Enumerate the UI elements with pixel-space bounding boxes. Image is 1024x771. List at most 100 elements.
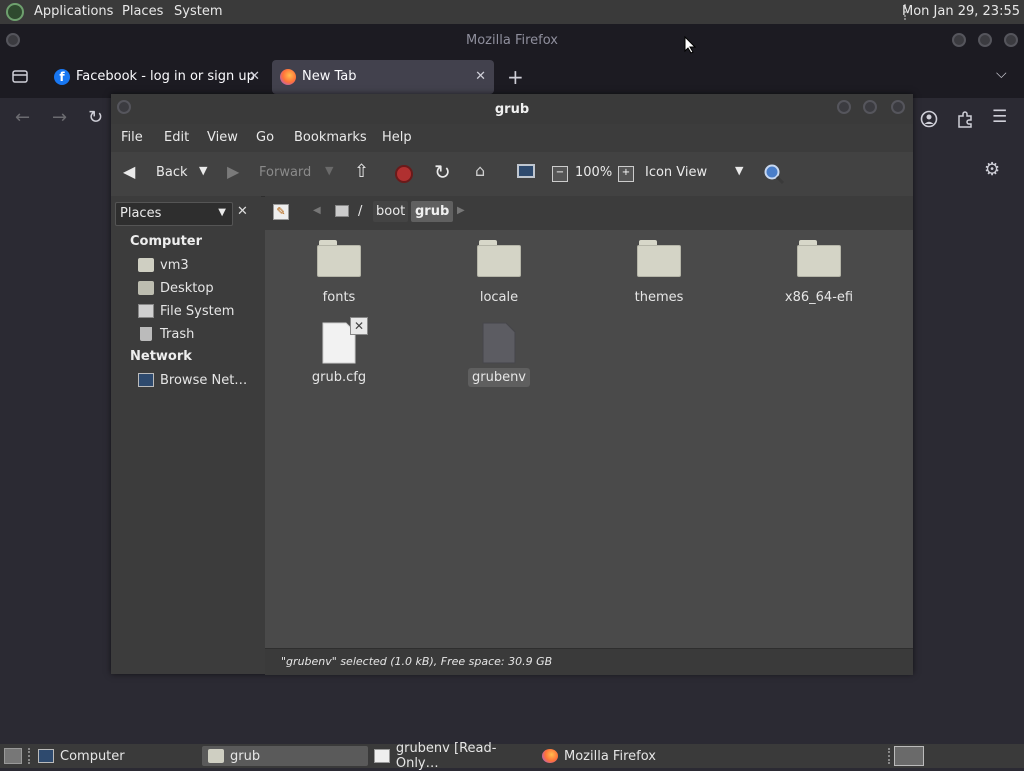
file-label: fonts (322, 290, 356, 305)
zoom-out-icon[interactable]: − (552, 166, 568, 182)
taskbar-item-firefox[interactable]: Mozilla Firefox (542, 746, 702, 766)
sidebar-item-browse-network[interactable]: Browse Net… (138, 370, 247, 390)
taskbar-label: Mozilla Firefox (564, 748, 656, 764)
hamburger-menu-icon[interactable]: ☰ (992, 107, 1007, 127)
tab-facebook[interactable]: f Facebook - log in or sign up ✕ (46, 60, 268, 94)
file-manager-titlebar[interactable]: grub (111, 94, 913, 124)
stop-icon[interactable] (395, 165, 413, 183)
sidebar-item-desktop[interactable]: Desktop (138, 278, 214, 298)
applications-menu[interactable]: Applications (34, 4, 113, 19)
firefox-titlebar: Mozilla Firefox (0, 24, 1024, 56)
facebook-icon: f (54, 69, 70, 85)
back-button[interactable]: Back (156, 165, 188, 180)
places-combo[interactable]: Places ▼ (115, 202, 233, 226)
menu-edit[interactable]: Edit (164, 130, 189, 145)
taskbar-item-grubenv[interactable]: grubenv [Read-Only… (374, 741, 538, 771)
file-item-grubenv[interactable]: grubenv (444, 322, 554, 387)
firefox-tabstrip: f Facebook - log in or sign up ✕ New Tab… (0, 56, 1024, 98)
settings-gear-icon[interactable]: ⚙ (984, 159, 1000, 180)
workspace-switcher[interactable] (894, 746, 924, 766)
tab-new-tab[interactable]: New Tab ✕ (272, 60, 494, 94)
sidebar-item-vm3[interactable]: vm3 (138, 255, 189, 275)
zoom-level: 100% (575, 165, 613, 180)
sidebar-header-computer: Computer (130, 234, 203, 249)
path-right-arrow-icon[interactable]: ▶ (457, 205, 465, 216)
close-sidebar-icon[interactable]: ✕ (237, 204, 248, 219)
view-mode-select[interactable]: Icon View (645, 165, 707, 180)
taskbar-item-grub[interactable]: grub (202, 746, 368, 766)
close-icon[interactable] (891, 100, 905, 114)
forward-arrow-icon[interactable]: ▶ (227, 162, 239, 181)
back-arrow-icon[interactable]: ◀ (123, 162, 135, 181)
sidebar-item-label: Browse Net… (160, 372, 248, 388)
menu-go[interactable]: Go (256, 130, 274, 145)
tab-overview-icon[interactable] (12, 69, 28, 83)
places-combo-label: Places (120, 206, 162, 221)
reload-icon[interactable]: ↻ (88, 107, 103, 128)
forward-arrow-icon[interactable]: → (52, 107, 67, 128)
extensions-icon[interactable] (956, 110, 974, 128)
minimize-icon[interactable] (952, 33, 966, 47)
new-tab-plus-icon[interactable]: + (507, 65, 524, 89)
folder-item-locale[interactable]: locale (444, 240, 554, 305)
folder-item-fonts[interactable]: fonts (284, 240, 394, 305)
back-history-dropdown-icon[interactable]: ▼ (199, 164, 207, 177)
home-icon[interactable]: ⌂ (475, 161, 485, 180)
up-arrow-icon[interactable]: ⇧ (354, 161, 369, 182)
text-editor-icon (374, 749, 390, 763)
path-segment-grub[interactable]: grub (411, 201, 454, 222)
menu-help[interactable]: Help (382, 130, 412, 145)
sidebar-item-label: File System (160, 303, 235, 319)
path-root-drive-icon[interactable] (335, 205, 349, 217)
show-desktop-icon[interactable] (4, 748, 22, 764)
menubar: File Edit View Go Bookmarks Help (111, 124, 913, 152)
list-all-tabs-chevron-icon[interactable]: ⌵ (996, 66, 1007, 82)
minimize-icon[interactable] (837, 100, 851, 114)
forward-history-dropdown-icon[interactable]: ▼ (325, 164, 333, 177)
maximize-icon[interactable] (863, 100, 877, 114)
folder-icon (797, 240, 841, 278)
chevron-down-icon: ▼ (218, 207, 226, 218)
file-label: grub.cfg (311, 370, 367, 385)
edit-location-icon[interactable]: ✎ (273, 204, 289, 220)
file-item-grub-cfg[interactable]: ✕ grub.cfg (284, 317, 394, 385)
path-segment-root[interactable]: / (358, 204, 362, 219)
path-segment-boot[interactable]: boot (373, 201, 409, 222)
reload-icon[interactable]: ↻ (434, 160, 451, 184)
clock[interactable]: Mon Jan 29, 23:55 (902, 4, 1020, 19)
system-menu[interactable]: System (174, 4, 222, 19)
taskbar-label: Computer (60, 748, 125, 764)
sidebar-item-file-system[interactable]: File System (138, 301, 234, 321)
text-file-icon: ✕ (322, 317, 368, 364)
bottom-panel: Computer grub grubenv [Read-Only… Mozill… (0, 741, 1024, 771)
folder-icon (317, 240, 361, 278)
sidebar-item-trash[interactable]: Trash (138, 324, 194, 344)
close-tab-icon[interactable]: ✕ (475, 69, 486, 84)
close-tab-icon[interactable]: ✕ (249, 69, 260, 84)
trash-icon (140, 327, 152, 341)
close-icon[interactable] (1004, 33, 1018, 47)
menu-bookmarks[interactable]: Bookmarks (294, 130, 367, 145)
computer-icon[interactable] (517, 164, 535, 178)
taskbar-item-computer[interactable]: Computer (38, 746, 198, 766)
back-arrow-icon[interactable]: ← (15, 107, 30, 128)
folder-item-themes[interactable]: themes (604, 240, 714, 305)
maximize-icon[interactable] (978, 33, 992, 47)
taskbar-label: grubenv [Read-Only… (395, 741, 497, 771)
sidebar: Places ▼ ✕ Computer vm3 Desktop File Sys… (111, 196, 261, 648)
folder-item-x86-64-efi[interactable]: x86_64-efi (764, 240, 874, 305)
search-icon[interactable] (763, 163, 785, 185)
places-menu[interactable]: Places (122, 4, 163, 19)
menu-file[interactable]: File (121, 130, 143, 145)
path-left-arrow-icon[interactable]: ◀ (313, 205, 321, 216)
menu-view[interactable]: View (207, 130, 238, 145)
account-icon[interactable] (920, 110, 938, 128)
file-icon-view: fonts locale themes x86_64-efi ✕ grub.cf… (265, 230, 913, 648)
mate-logo-icon[interactable] (6, 3, 24, 21)
view-mode-dropdown-icon[interactable]: ▼ (735, 164, 743, 177)
forward-button[interactable]: Forward (259, 165, 311, 180)
tab-label: Facebook - log in or sign up (76, 69, 255, 84)
file-manager-window: grub File Edit View Go Bookmarks Help ◀ … (111, 94, 913, 675)
zoom-in-icon[interactable]: + (618, 166, 634, 182)
file-label: themes (634, 290, 684, 305)
